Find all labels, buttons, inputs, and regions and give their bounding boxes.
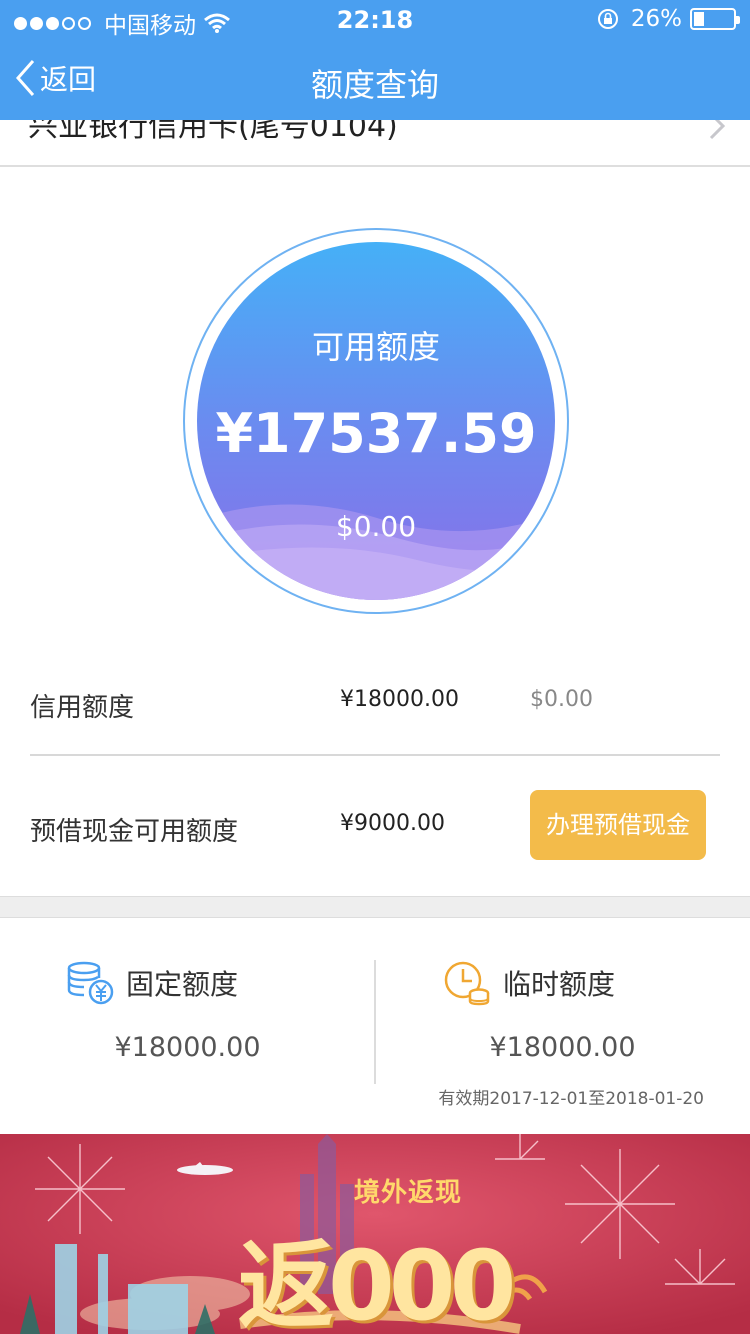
- credit-limit-label: 信用额度: [30, 693, 135, 723]
- temporary-limit-amount: ¥18000.00: [489, 1032, 636, 1063]
- available-credit-label: 可用额度: [311, 328, 440, 366]
- available-credit-ring: 可用额度 ¥17537.59 $0.00: [183, 228, 569, 614]
- fixed-limit-amount: ¥18000.00: [114, 1032, 261, 1063]
- temporary-limit-title: 临时额度: [503, 968, 616, 1001]
- battery-nub: [736, 16, 740, 24]
- temporary-limit-header: 临时额度: [443, 960, 615, 1006]
- temporary-limit-panel: 临时额度 ¥18000.00 有效期2017-12-01至2018-01-20: [375, 920, 750, 1130]
- status-right: 26%: [597, 6, 740, 32]
- cash-advance-cny: ¥9000.00: [340, 811, 445, 836]
- apply-cash-advance-button[interactable]: 办理预借现金: [530, 790, 706, 860]
- top-bar: 中国移动 22:18 26% 返回 额度查询: [0, 0, 750, 120]
- status-bar: 中国移动 22:18 26%: [0, 0, 750, 40]
- battery-icon: [690, 8, 740, 30]
- promo-subtitle: 境外返现: [354, 1178, 463, 1208]
- fixed-limit-header: 固定额度: [66, 960, 238, 1006]
- temporary-limit-validity: 有效期2017-12-01至2018-01-20: [438, 1089, 704, 1109]
- section-gap: [0, 896, 750, 918]
- nav-bar: 返回 额度查询: [0, 40, 750, 120]
- available-credit-amount: ¥17537.59: [215, 402, 537, 465]
- promo-headline: 返000: [238, 1230, 516, 1334]
- credit-limit-usd: $0.00: [530, 687, 593, 712]
- available-credit-circle: 可用额度 ¥17537.59 $0.00: [197, 242, 555, 600]
- clock-coins-icon: [444, 961, 490, 1006]
- row-divider: [30, 754, 720, 756]
- fixed-limit-title: 固定额度: [126, 968, 239, 1001]
- available-credit-usd: $0.00: [335, 510, 417, 543]
- promo-banner[interactable]: 境外返现 返000: [0, 1134, 750, 1334]
- coins-yuan-icon: [67, 961, 114, 1005]
- rotation-lock-icon: [597, 9, 618, 29]
- cash-advance-label: 预借现金可用额度: [30, 817, 239, 847]
- wave-decoration: [197, 504, 555, 600]
- credit-limit-cny: ¥18000.00: [340, 687, 459, 712]
- battery-fill: [694, 12, 704, 26]
- battery-percent: 26%: [630, 6, 682, 32]
- credit-limit-row: 信用额度 ¥18000.00 $0.00: [0, 655, 750, 755]
- fixed-limit-panel: 固定额度 ¥18000.00: [0, 920, 375, 1130]
- page-title: 额度查询: [310, 66, 439, 104]
